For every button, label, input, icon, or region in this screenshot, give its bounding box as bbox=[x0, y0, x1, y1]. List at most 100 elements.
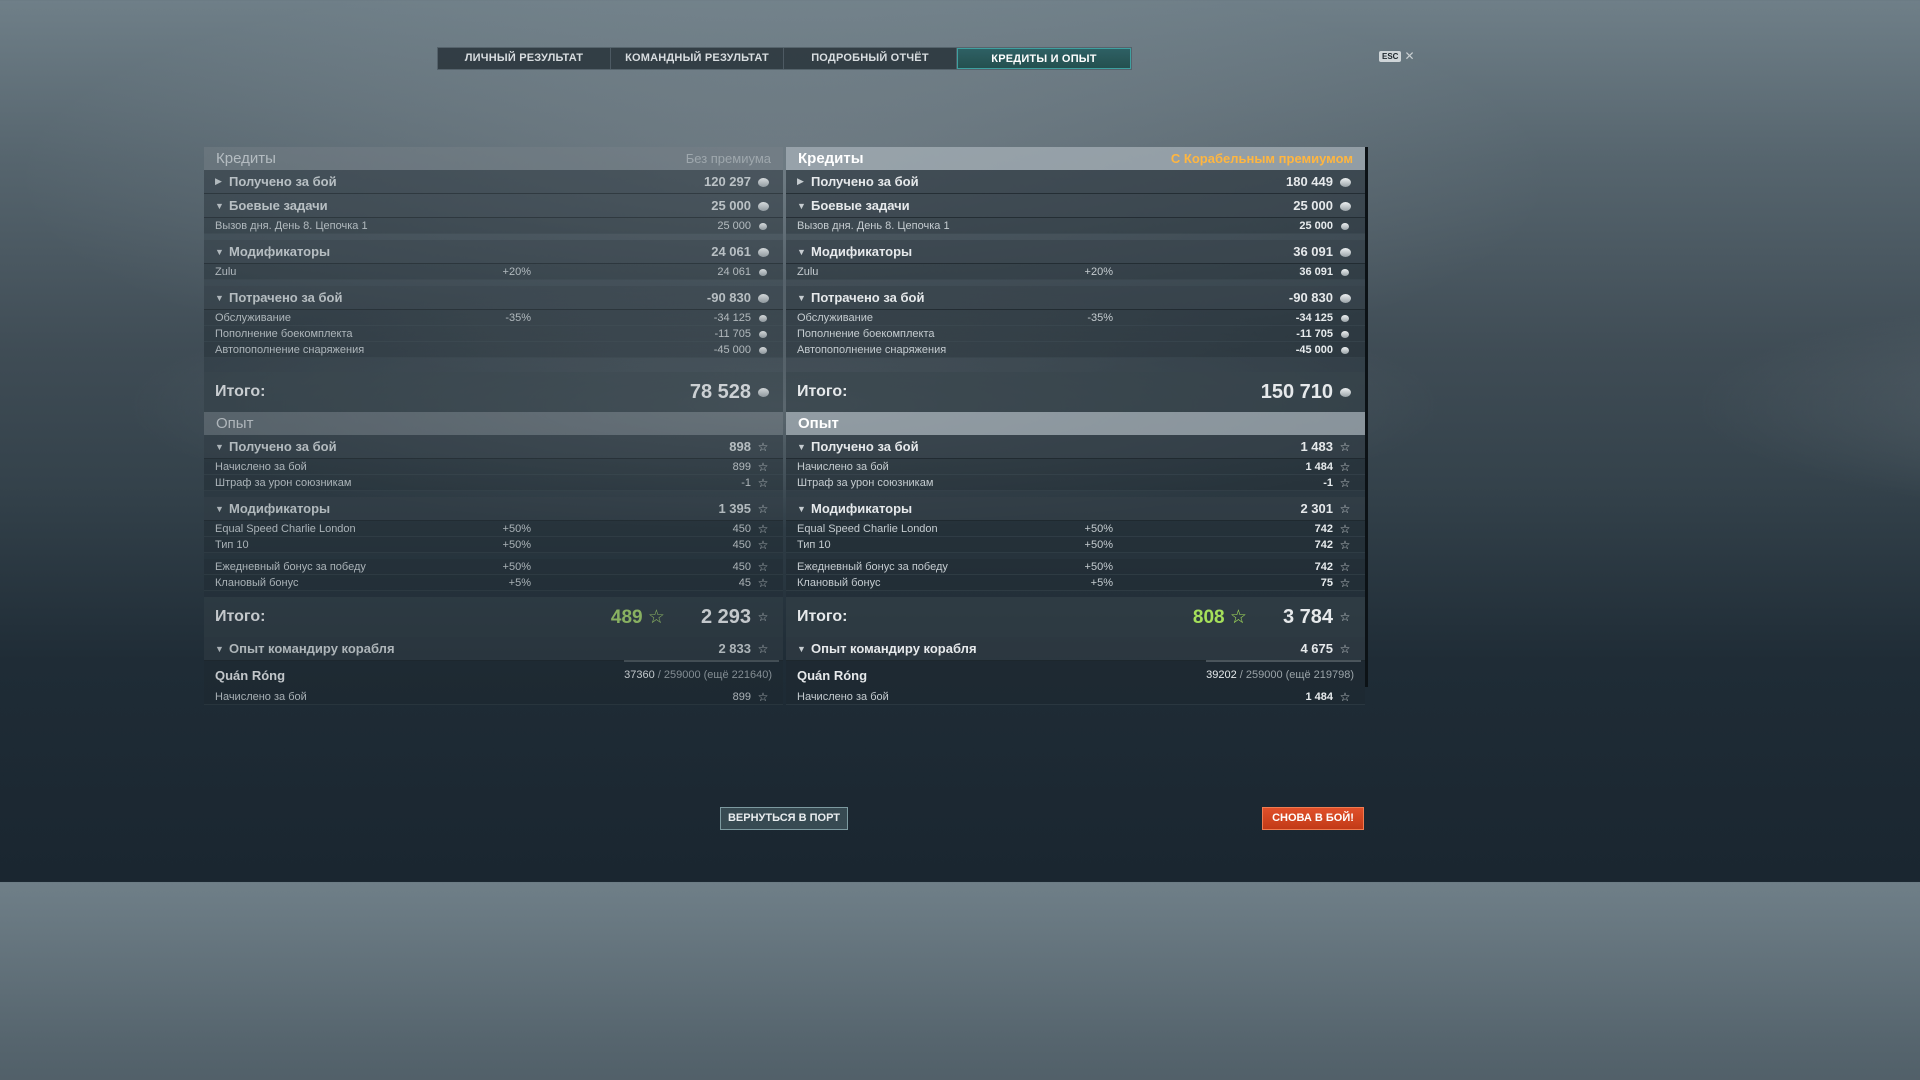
detail-row: Equal Speed Charlie London +50% 450 ☆ bbox=[204, 521, 783, 537]
row-label: Обслуживание bbox=[215, 311, 291, 324]
xp-header: Опыт bbox=[786, 412, 1365, 435]
tab-detailed-report[interactable]: ПОДРОБНЫЙ ОТЧЁТ bbox=[784, 48, 957, 69]
commander-name: Quán Róng bbox=[797, 667, 868, 683]
xp-title: Опыт bbox=[798, 415, 839, 432]
xp-total: Итого: 489 ☆ 2 293 ☆ bbox=[204, 597, 783, 637]
row-label: Опыт командиру корабля bbox=[811, 641, 977, 656]
row-label: Тип 10 bbox=[215, 538, 249, 551]
row-value: 450 bbox=[732, 538, 751, 551]
row-label: Потрачено за бой bbox=[229, 290, 343, 305]
row-value: 450 bbox=[732, 522, 751, 535]
row-value: -34 125 bbox=[1295, 311, 1333, 324]
credits-coin-icon bbox=[1336, 245, 1354, 259]
credits-header: Кредиты Без премиума bbox=[204, 147, 783, 170]
row-value: 36 091 bbox=[1293, 244, 1333, 259]
credits-coin-icon bbox=[754, 327, 772, 341]
row-value: -90 830 bbox=[1288, 290, 1333, 305]
spent-row[interactable]: ▼ Потрачено за бой -90 830 bbox=[204, 286, 783, 310]
star-icon: ☆ bbox=[1339, 575, 1351, 590]
tab-credits-xp[interactable]: КРЕДИТЫ И ОПЫТ bbox=[957, 48, 1131, 69]
free-xp-value: 489 ☆ bbox=[610, 606, 665, 628]
battle-again-button[interactable]: СНОВА В БОЙ! bbox=[1262, 807, 1364, 830]
row-percent: -35% bbox=[505, 311, 531, 324]
star-icon: ☆ bbox=[757, 575, 769, 590]
xp-total: Итого: 808 ☆ 3 784 ☆ bbox=[786, 597, 1365, 637]
total-label: Итого: bbox=[797, 608, 848, 625]
close-icon: ✕ bbox=[1404, 49, 1415, 63]
row-value: 450 bbox=[732, 560, 751, 573]
return-to-port-button[interactable]: ВЕРНУТЬСЯ В ПОРТ bbox=[720, 807, 848, 830]
row-value: 899 bbox=[732, 460, 751, 473]
modifiers-row[interactable]: ▼ Модификаторы 24 061 bbox=[204, 240, 783, 264]
row-value: 1 483 bbox=[1300, 439, 1333, 454]
row-value: -45 000 bbox=[1295, 343, 1333, 356]
free-xp-value: 808 ☆ bbox=[1192, 606, 1247, 628]
row-value: -11 705 bbox=[1296, 327, 1333, 340]
detail-row: Пополнение боекомплекта -11 705 bbox=[204, 326, 783, 342]
spent-row[interactable]: ▼ Потрачено за бой -90 830 bbox=[786, 286, 1365, 310]
commander-row: Quán Róng 37360 / 259000 (ещё 221640) bbox=[204, 660, 783, 689]
star-icon: ☆ bbox=[757, 521, 769, 536]
credits-coin-icon bbox=[754, 219, 772, 233]
detail-row: Начислено за бой 1 484 ☆ bbox=[786, 689, 1365, 705]
commander-progress: 37360 / 259000 (ещё 221640) bbox=[624, 660, 780, 681]
xp-earned-row[interactable]: ▼ Получено за бой 1 483 ☆ bbox=[786, 435, 1365, 459]
row-label: Обслуживание bbox=[797, 311, 873, 324]
commander-xp-row[interactable]: ▼ Опыт командиру корабля 4 675 ☆ bbox=[786, 637, 1365, 661]
row-percent: +5% bbox=[1090, 576, 1113, 589]
commander-xp-row[interactable]: ▼ Опыт командиру корабля 2 833 ☆ bbox=[204, 637, 783, 661]
detail-row: Обслуживание -35% -34 125 bbox=[786, 310, 1365, 326]
credits-coin-icon bbox=[1336, 343, 1354, 357]
row-percent: +50% bbox=[502, 560, 531, 573]
combat-missions-row[interactable]: ▼ Боевые задачи 25 000 bbox=[204, 194, 783, 218]
row-label: Штраф за урон союзникам bbox=[797, 476, 934, 489]
row-label: Штраф за урон союзникам bbox=[215, 476, 352, 489]
row-value: 120 297 bbox=[704, 174, 751, 189]
xp-header: Опыт bbox=[204, 412, 783, 435]
row-value: 742 bbox=[1314, 522, 1333, 535]
row-value: 25 000 bbox=[717, 219, 751, 232]
row-value: -34 125 bbox=[713, 311, 751, 324]
credits-title: Кредиты bbox=[798, 150, 864, 167]
credits-coin-icon bbox=[1336, 291, 1354, 305]
combat-missions-row[interactable]: ▼ Боевые задачи 25 000 bbox=[786, 194, 1365, 218]
modifiers-row[interactable]: ▼ Модификаторы 36 091 bbox=[786, 240, 1365, 264]
credits-coin-icon bbox=[754, 199, 772, 213]
xp-earned-row[interactable]: ▼ Получено за бой 898 ☆ bbox=[204, 435, 783, 459]
row-value: 75 bbox=[1320, 576, 1333, 589]
credits-header: Кредиты С Корабельным премиумом bbox=[786, 147, 1365, 170]
row-label: Equal Speed Charlie London bbox=[215, 522, 356, 535]
tab-team-result[interactable]: КОМАНДНЫЙ РЕЗУЛЬТАТ bbox=[611, 48, 784, 69]
tab-personal-result[interactable]: ЛИЧНЫЙ РЕЗУЛЬТАТ bbox=[438, 48, 611, 69]
commander-progress-bar bbox=[624, 660, 780, 662]
row-value: 1 484 bbox=[1305, 460, 1333, 473]
xp-modifiers-row[interactable]: ▼ Модификаторы 2 301 ☆ bbox=[786, 497, 1365, 521]
star-icon: ☆ bbox=[1339, 610, 1351, 624]
row-percent: +20% bbox=[502, 265, 531, 278]
row-label: Пополнение боекомплекта bbox=[215, 327, 353, 340]
row-value: -45 000 bbox=[713, 343, 751, 356]
row-label: Получено за бой bbox=[811, 174, 919, 189]
detail-row: Пополнение боекомплекта -11 705 bbox=[786, 326, 1365, 342]
credits-earned-row[interactable]: ▶ Получено за бой 180 449 bbox=[786, 170, 1365, 194]
detail-row: Штраф за урон союзникам -1 ☆ bbox=[786, 475, 1365, 491]
detail-row: Автопополнение снаряжения -45 000 bbox=[204, 342, 783, 358]
row-label: Пополнение боекомплекта bbox=[797, 327, 935, 340]
row-percent: +50% bbox=[1084, 560, 1113, 573]
credits-earned-row[interactable]: ▶ Получено за бой 120 297 bbox=[204, 170, 783, 194]
premium-state-label: Без премиума bbox=[685, 151, 771, 166]
credits-coin-icon bbox=[1336, 219, 1354, 233]
credits-coin-icon bbox=[754, 343, 772, 357]
xp-modifiers-row[interactable]: ▼ Модификаторы 1 395 ☆ bbox=[204, 497, 783, 521]
chevron-down-icon: ▼ bbox=[215, 441, 224, 452]
row-label: Опыт командиру корабля bbox=[229, 641, 395, 656]
row-label: Начислено за бой bbox=[797, 460, 889, 473]
close-button[interactable]: ESC ✕ bbox=[1379, 49, 1415, 63]
star-icon: ☆ bbox=[1339, 459, 1351, 474]
detail-row: Вызов дня. День 8. Цепочка 1 25 000 bbox=[204, 218, 783, 234]
star-icon: ☆ bbox=[757, 537, 769, 552]
chevron-down-icon: ▼ bbox=[215, 292, 224, 303]
detail-row: Ежедневный бонус за победу +50% 742 ☆ bbox=[786, 559, 1365, 575]
row-label: Начислено за бой bbox=[215, 690, 307, 703]
row-value: 180 449 bbox=[1286, 174, 1333, 189]
